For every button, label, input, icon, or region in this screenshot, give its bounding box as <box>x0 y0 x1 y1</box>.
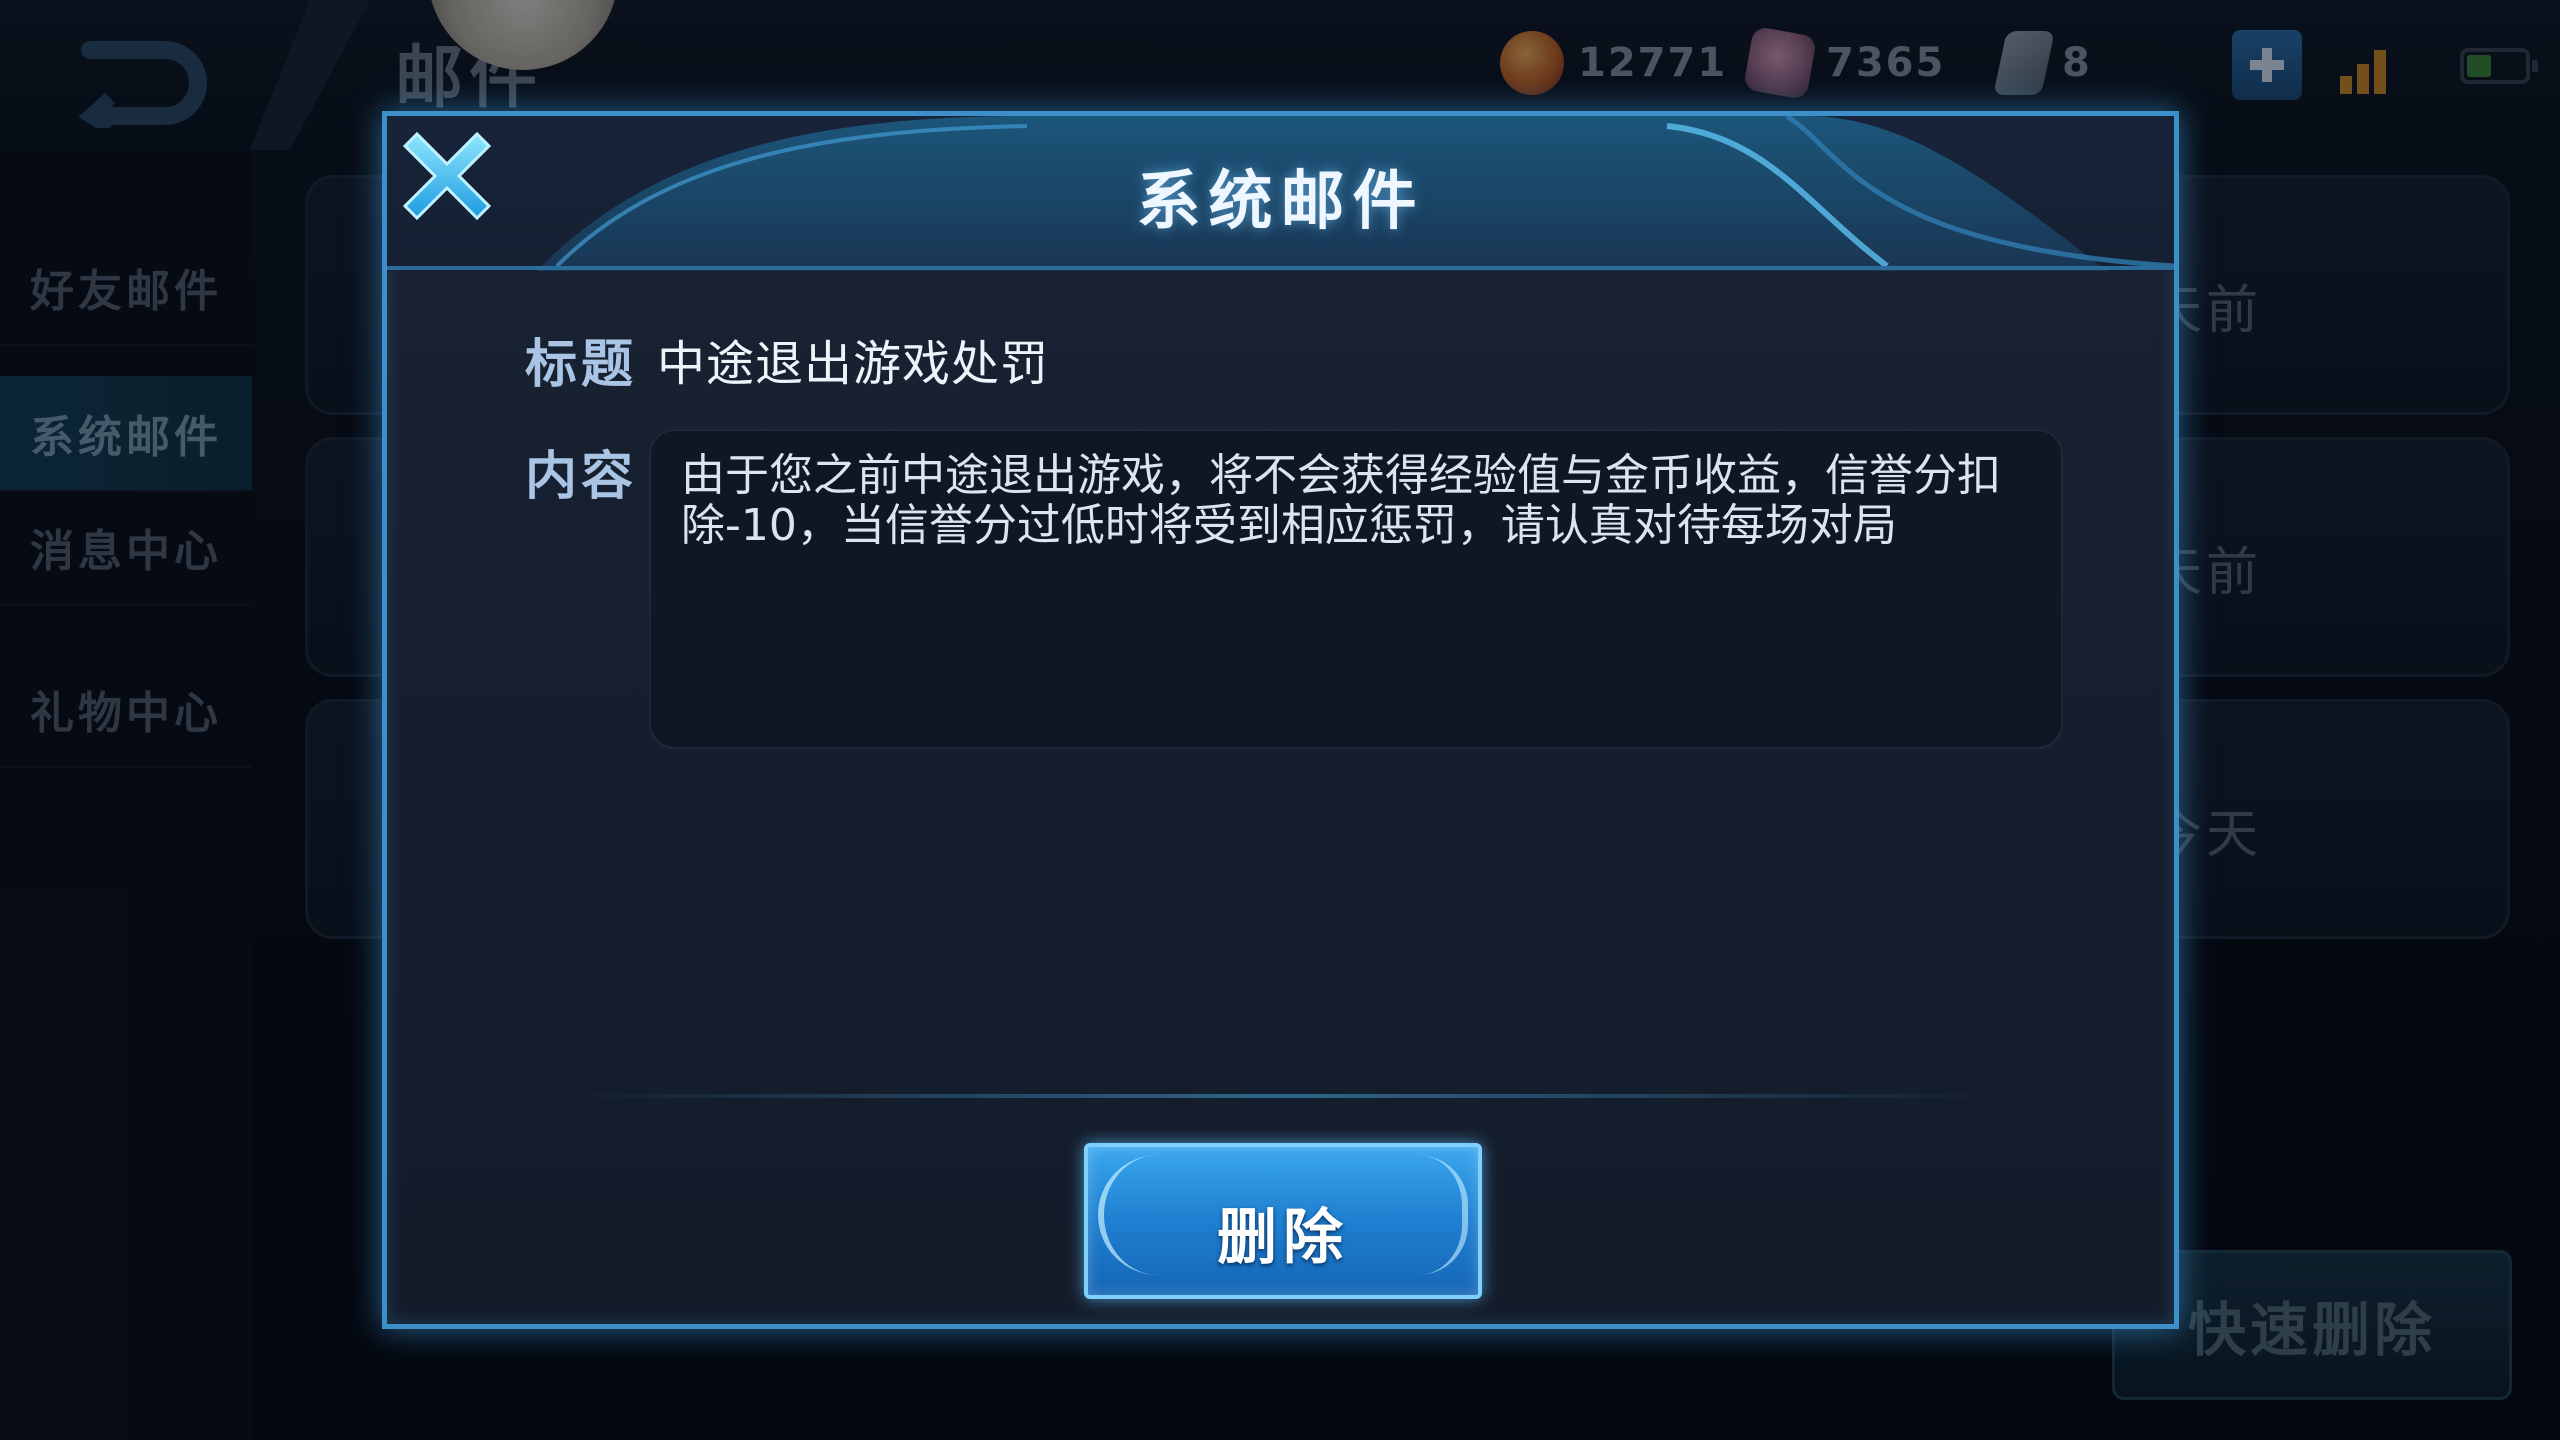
dialog-header: 系统邮件 <box>387 116 2174 271</box>
system-mail-dialog: 系统邮件 标题 中途退出游戏处罚 内容 由于您之前中途退出游戏，将不会获得经验值… <box>382 111 2179 1329</box>
delete-label: 删除 <box>1217 1203 1349 1273</box>
mail-content-box[interactable]: 由于您之前中途退出游戏，将不会获得经验值与金币收益，信誉分扣除-10，当信誉分过… <box>649 429 2063 749</box>
mail-content: 由于您之前中途退出游戏，将不会获得经验值与金币收益，信誉分扣除-10，当信誉分过… <box>681 450 2001 551</box>
subject-label: 标题 <box>525 335 638 395</box>
game-screen: 邮件 12771 7365 8 好友邮件 系统邮件 消息中心 礼物中心 天前 天… <box>0 0 2560 1440</box>
footer-divider <box>567 1094 1997 1098</box>
dialog-title: 系统邮件 <box>1136 165 1425 239</box>
mail-subject: 中途退出游戏处罚 <box>657 336 1050 392</box>
delete-button[interactable]: 删除 <box>1084 1143 1482 1299</box>
close-icon[interactable] <box>387 116 507 236</box>
content-label: 内容 <box>525 447 638 507</box>
